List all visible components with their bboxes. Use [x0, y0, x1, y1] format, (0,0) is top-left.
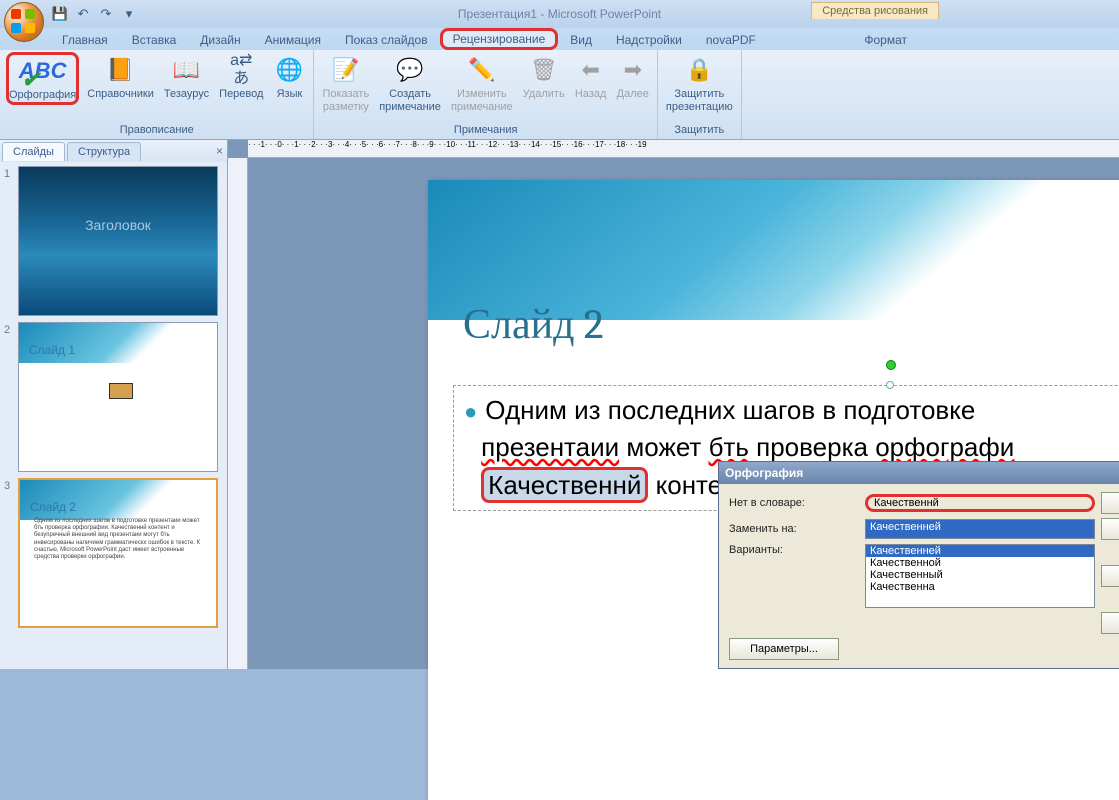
- save-icon[interactable]: 💾: [50, 4, 70, 24]
- redo-icon[interactable]: ↷: [96, 4, 116, 24]
- quick-access-toolbar: 💾 ↶ ↷ ▾: [50, 4, 139, 24]
- language-button[interactable]: 🌐 Язык: [271, 52, 307, 103]
- tab-format[interactable]: Формат: [852, 30, 919, 50]
- tab-review[interactable]: Рецензирование: [440, 28, 559, 50]
- new-comment-button[interactable]: 💬 Создать примечание: [377, 52, 443, 115]
- tab-insert[interactable]: Вставка: [120, 30, 189, 50]
- research-button[interactable]: 📙 Справочники: [85, 52, 156, 103]
- markup-icon: 📝: [330, 54, 362, 86]
- group-label-protect: Защитить: [664, 123, 735, 137]
- ribbon-group-comments: 📝 Показать разметку 💬 Создать примечание…: [314, 50, 657, 139]
- protect-icon: 🔒: [683, 54, 715, 86]
- ribbon-group-proofing: ABC✔ Орфография 📙 Справочники 📖 Тезаурус…: [0, 50, 314, 139]
- research-icon: 📙: [105, 54, 137, 86]
- spelling-button[interactable]: ABC✔ Орфография: [6, 52, 79, 105]
- tab-view[interactable]: Вид: [558, 30, 604, 50]
- show-markup-button[interactable]: 📝 Показать разметку: [320, 52, 371, 115]
- previous-icon: ⬅: [575, 54, 607, 86]
- slide-title[interactable]: Слайд 2: [463, 300, 604, 349]
- ruler-vertical: [228, 158, 248, 669]
- add-button[interactable]: Добавить: [1101, 565, 1119, 587]
- delete-comment-button[interactable]: 🗑 Удалить: [521, 52, 567, 103]
- contextual-tab-label: Средства рисования: [811, 2, 939, 19]
- variant-option[interactable]: Качественна: [866, 581, 1094, 593]
- bullet-icon: ●: [464, 399, 477, 424]
- title-bar: 💾 ↶ ↷ ▾ Презентация1 - Microsoft PowerPo…: [0, 0, 1119, 28]
- next-comment-button[interactable]: ➡ Далее: [615, 52, 651, 103]
- ribbon: ABC✔ Орфография 📙 Справочники 📖 Тезаурус…: [0, 50, 1119, 140]
- tab-home[interactable]: Главная: [50, 30, 120, 50]
- tab-novapdf[interactable]: novaPDF: [694, 30, 768, 50]
- window-title: Презентация1 - Microsoft PowerPoint: [458, 7, 661, 21]
- tab-addins[interactable]: Надстройки: [604, 30, 694, 50]
- ribbon-tabs: Главная Вставка Дизайн Анимация Показ сл…: [0, 28, 1119, 50]
- label-change-to: Заменить на:: [729, 523, 859, 535]
- close-pane-icon[interactable]: ×: [216, 144, 223, 158]
- delete-icon: 🗑: [528, 54, 560, 86]
- ruler-horizontal: · · ·1· · ·0· · ·1· · ·2· · ·3· · ·4· · …: [248, 140, 1119, 158]
- spelling-dialog: Орфография ? × Нет в словаре: Качественн…: [718, 461, 1119, 669]
- autocorrect-button[interactable]: Автозамена: [1101, 612, 1119, 634]
- change-button[interactable]: Заменить: [1101, 518, 1119, 540]
- variants-list[interactable]: Качественней Качественной Качественный К…: [865, 544, 1095, 608]
- thesaurus-icon: 📖: [171, 54, 203, 86]
- thesaurus-button[interactable]: 📖 Тезаурус: [162, 52, 211, 103]
- thumb-2[interactable]: 2 Слайд 1: [4, 322, 223, 472]
- options-button[interactable]: Параметры...: [729, 638, 839, 660]
- group-label-comments: Примечания: [320, 123, 650, 137]
- translate-icon: a⇄あ: [225, 54, 257, 86]
- translate-button[interactable]: a⇄あ Перевод: [217, 52, 265, 103]
- edit-comment-icon: ✏️: [466, 54, 498, 86]
- change-to-input[interactable]: Качественней: [865, 519, 1095, 539]
- label-not-in-dict: Нет в словаре:: [729, 497, 859, 509]
- tab-slideshow[interactable]: Показ слайдов: [333, 30, 440, 50]
- office-button[interactable]: [4, 2, 44, 42]
- variant-option[interactable]: Качественней: [866, 545, 1094, 557]
- thumb-1[interactable]: 1 Заголовок: [4, 166, 223, 316]
- previous-comment-button[interactable]: ⬅ Назад: [573, 52, 609, 103]
- spellcheck-highlight: Качественнй: [481, 467, 648, 503]
- thumb-3[interactable]: 3 Слайд 2 Одним из последних шагов в под…: [4, 478, 223, 628]
- protect-button[interactable]: 🔒 Защитить презентацию: [664, 52, 735, 115]
- value-not-in-dict: Качественнй: [865, 494, 1095, 512]
- tab-animation[interactable]: Анимация: [253, 30, 333, 50]
- slide-editor: · · ·1· · ·0· · ·1· · ·2· · ·3· · ·4· · …: [228, 140, 1119, 669]
- undo-icon[interactable]: ↶: [73, 4, 93, 24]
- variant-option[interactable]: Качественной: [866, 557, 1094, 569]
- label-variants: Варианты:: [729, 544, 859, 556]
- rotate-handle[interactable]: [886, 360, 896, 370]
- new-comment-icon: 💬: [394, 54, 426, 86]
- dialog-titlebar[interactable]: Орфография ? ×: [719, 462, 1119, 484]
- thumbnail-pane: Слайды Структура × 1 Заголовок 2 Слайд 1…: [0, 140, 228, 669]
- thumbtab-slides[interactable]: Слайды: [2, 142, 65, 161]
- ignore-button[interactable]: Пропустить: [1101, 492, 1119, 514]
- workspace: Слайды Структура × 1 Заголовок 2 Слайд 1…: [0, 140, 1119, 669]
- tab-design[interactable]: Дизайн: [188, 30, 252, 50]
- group-label-proofing: Правописание: [6, 123, 307, 137]
- edit-comment-button[interactable]: ✏️ Изменить примечание: [449, 52, 515, 115]
- next-icon: ➡: [617, 54, 649, 86]
- resize-handle[interactable]: [886, 381, 894, 389]
- variant-option[interactable]: Качественный: [866, 569, 1094, 581]
- ribbon-group-protect: 🔒 Защитить презентацию Защитить: [658, 50, 742, 139]
- language-icon: 🌐: [273, 54, 305, 86]
- thumbtab-outline[interactable]: Структура: [67, 142, 141, 161]
- spelling-icon: ABC✔: [27, 55, 59, 87]
- qat-more-icon[interactable]: ▾: [119, 4, 139, 24]
